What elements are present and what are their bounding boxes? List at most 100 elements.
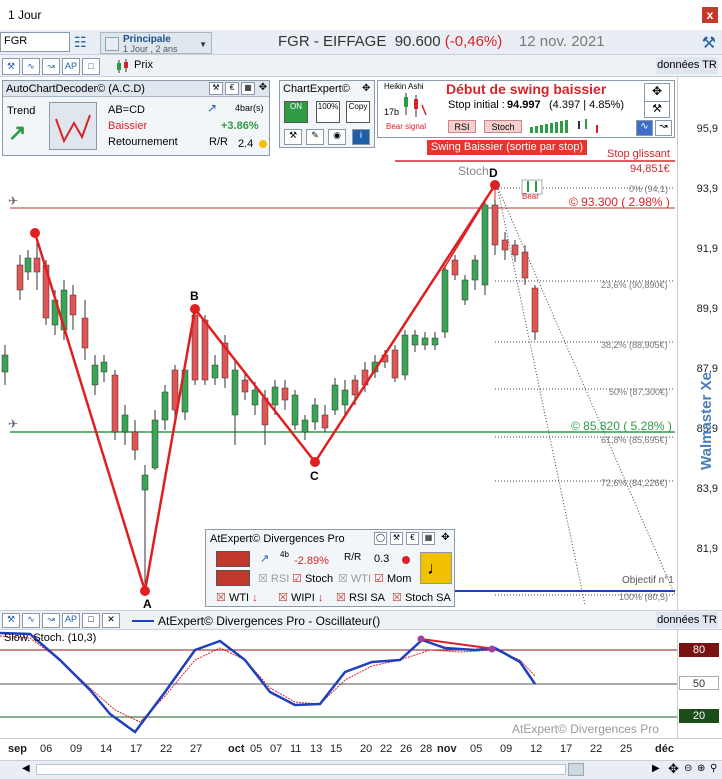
level-50: 50 xyxy=(679,676,719,690)
div-val: 0.3 xyxy=(374,553,390,565)
tools-icon[interactable]: ⚒ xyxy=(702,33,716,53)
title-bar: 1 Jour x xyxy=(0,0,722,30)
indicator-icon[interactable]: ∿ xyxy=(22,613,40,628)
date-label: 05 xyxy=(470,743,483,755)
price-divergence-icon[interactable] xyxy=(216,551,250,567)
pct100-button[interactable]: 100% xyxy=(316,101,340,123)
wrench-icon[interactable]: ⚒ xyxy=(209,82,223,95)
wipi-down-check[interactable]: ☒ WIPI ↓ xyxy=(278,591,323,604)
stop-detail: (4.397 | 4.85%) xyxy=(549,99,625,111)
zoom-icon[interactable]: ⚲ xyxy=(710,763,717,774)
copy-button[interactable]: Copy xyxy=(346,101,370,123)
wti-check[interactable]: ☒ WTI xyxy=(338,572,371,585)
wrench-icon[interactable]: ⚒ xyxy=(644,101,670,118)
fib-382: 38,2% (88,905€) xyxy=(601,340,668,350)
scroll-left-icon[interactable]: ◀ xyxy=(22,763,30,774)
rsi-check[interactable]: ☒ RSI xyxy=(258,572,289,585)
pencil-icon[interactable]: ✎ xyxy=(306,129,324,145)
move-icon[interactable]: ✥ xyxy=(439,532,452,545)
zoom-in-icon[interactable]: ⊕ xyxy=(697,763,705,774)
principale-dropdown[interactable]: Principale 1 Jour , 2 ans ▼ xyxy=(100,32,212,54)
move-icon[interactable]: ✥ xyxy=(362,83,370,94)
grid-icon[interactable]: ▦ xyxy=(422,532,435,545)
date-label: 17 xyxy=(130,743,143,755)
date-label: 09 xyxy=(500,743,513,755)
point-b-label: B xyxy=(190,289,199,303)
candle-body xyxy=(401,334,409,376)
swing-baissier-badge: Swing Baissier (sortie par stop) xyxy=(427,140,587,155)
window-icon[interactable]: □ xyxy=(82,58,100,75)
stoch-sa-check[interactable]: ☒ Stoch SA xyxy=(392,591,451,604)
candle-body xyxy=(24,257,32,273)
draw-icon[interactable]: ↝ xyxy=(42,613,60,628)
indicator-icon[interactable]: ∿ xyxy=(22,58,40,75)
date-label: nov xyxy=(437,743,457,755)
prix-label: Prix xyxy=(134,59,153,71)
chart-line-icon[interactable]: ↝ xyxy=(655,120,672,136)
wrench-icon[interactable]: ⚒ xyxy=(390,532,403,545)
candle-body xyxy=(431,337,439,346)
ap-icon[interactable]: AP xyxy=(62,613,80,628)
date-label: 11 xyxy=(290,743,302,755)
stock-date: 12 nov. 2021 xyxy=(518,33,605,50)
euro-icon[interactable]: € xyxy=(406,532,419,545)
date-label: 12 xyxy=(530,743,543,755)
donnees-tr-button[interactable]: données TR xyxy=(656,57,718,74)
rsi-badge[interactable]: RSI xyxy=(448,120,476,133)
status-dot xyxy=(259,140,267,148)
euro-icon[interactable]: € xyxy=(225,82,239,95)
wrench-icon[interactable]: ⚒ xyxy=(284,129,302,145)
candle-body xyxy=(391,349,399,379)
zoom-out-icon[interactable]: ⊝ xyxy=(684,763,692,774)
window-icon[interactable]: □ xyxy=(82,613,100,628)
scroll-track[interactable] xyxy=(36,764,566,775)
circle-icon[interactable]: ◯ xyxy=(374,532,387,545)
candle-body xyxy=(141,474,149,491)
candle-body xyxy=(321,414,329,429)
stoch-check[interactable]: ☑ Stoch xyxy=(292,572,333,585)
price-label: 95,9 xyxy=(696,123,718,135)
candle-body xyxy=(441,269,449,333)
level-top-label: © 93.300 ( 2.98% ) xyxy=(569,195,670,209)
wti-down-check[interactable]: ☒ WTI ↓ xyxy=(216,591,258,604)
bell-icon[interactable]: ♩ xyxy=(420,552,452,584)
symbol-input[interactable]: FGR xyxy=(0,32,70,52)
candle-body xyxy=(501,239,509,251)
abcd-pattern-icon[interactable] xyxy=(49,102,97,150)
date-label: 07 xyxy=(270,743,283,755)
draw-icon[interactable]: ↝ xyxy=(42,58,60,75)
candle-body xyxy=(151,419,159,469)
toolbox-icon[interactable]: ⚒ xyxy=(2,613,20,628)
move-icon[interactable]: ✥ xyxy=(668,761,679,777)
candle-body xyxy=(531,287,539,333)
palette-icon[interactable]: ◉ xyxy=(328,129,346,145)
stoch-badge[interactable]: Stoch xyxy=(484,120,522,133)
rsi-sa-check[interactable]: ☒ RSI SA xyxy=(336,591,385,604)
oscillator-toolbar: ⚒ ∿ ↝ AP □ ✕ AtExpert© Divergences Pro -… xyxy=(0,610,722,630)
move-icon[interactable]: ✥ xyxy=(644,83,670,103)
grid-icon[interactable]: ▦ xyxy=(241,82,255,95)
candle-body xyxy=(301,419,309,433)
on-button[interactable]: ON xyxy=(284,101,308,123)
candle-body xyxy=(351,379,359,396)
rsi-sa-label: RSI SA xyxy=(348,592,386,604)
toolbox-icon[interactable]: ⚒ xyxy=(2,58,20,75)
chart-icon[interactable]: ∿ xyxy=(636,120,653,136)
date-label: sep xyxy=(8,743,27,755)
osc-divergence-icon[interactable] xyxy=(216,570,250,586)
close-icon[interactable]: ✕ xyxy=(102,613,120,628)
candle-icon[interactable] xyxy=(114,58,132,75)
oscillator-title: AtExpert© Divergences Pro - Oscillateur(… xyxy=(158,614,381,628)
scroll-right-icon[interactable]: ▶ xyxy=(652,763,660,774)
move-icon[interactable]: ✥ xyxy=(257,82,269,95)
book-icon[interactable]: ☷ xyxy=(74,34,96,50)
close-icon[interactable]: x xyxy=(702,7,718,23)
ap-icon[interactable]: AP xyxy=(62,58,80,75)
rr-icon: R/R xyxy=(209,136,228,148)
donnees-tr-button[interactable]: données TR xyxy=(656,612,718,628)
mom-check[interactable]: ☑ Mom xyxy=(374,572,411,585)
info-icon[interactable]: i xyxy=(352,129,370,145)
candle-body xyxy=(421,337,429,346)
trend-arrow-icon: ↗ xyxy=(8,120,27,145)
scroll-thumb[interactable] xyxy=(568,763,584,776)
